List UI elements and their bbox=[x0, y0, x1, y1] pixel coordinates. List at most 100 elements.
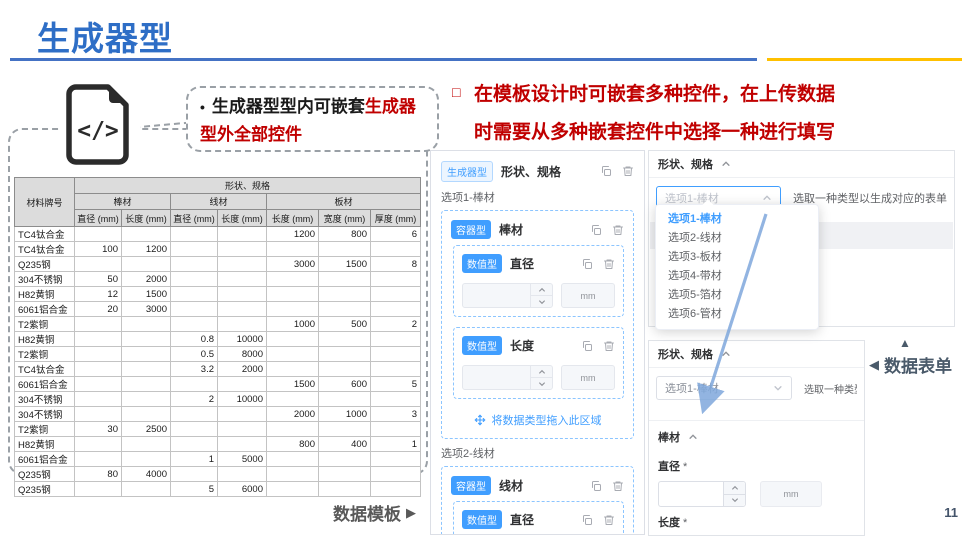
material-cell: H82黄铜 bbox=[15, 437, 75, 452]
key-point: □ 在模板设计时可嵌套多种控件，在上传数据 时需要从多种嵌套控件中选择一种进行填… bbox=[452, 76, 967, 152]
trash-icon[interactable] bbox=[603, 258, 615, 270]
value-cell bbox=[371, 467, 421, 482]
value-cell bbox=[75, 437, 122, 452]
number-input[interactable] bbox=[462, 283, 553, 308]
material-cell: T2紫铜 bbox=[15, 422, 75, 437]
container-title: 棒材 bbox=[499, 221, 523, 238]
trash-icon[interactable] bbox=[612, 224, 624, 236]
spinner bbox=[530, 366, 552, 389]
type-select[interactable]: 选项1-棒材 bbox=[656, 376, 792, 400]
dropdown-option[interactable]: 选项5-箔材 bbox=[656, 286, 818, 305]
subsection-title: 棒材 bbox=[658, 429, 680, 445]
section-title: 形状、规格 bbox=[658, 346, 713, 362]
trash-icon[interactable] bbox=[622, 165, 634, 177]
material-cell: 6061铝合金 bbox=[15, 377, 75, 392]
required-asterisk: * bbox=[683, 461, 687, 473]
card-header-row: 数值型长度 bbox=[462, 336, 615, 355]
value-cell bbox=[319, 272, 371, 287]
copy-icon[interactable] bbox=[581, 258, 593, 270]
table-unit-header: 直径 (mm) bbox=[75, 210, 122, 227]
value-cell bbox=[122, 392, 171, 407]
material-cell: 304不锈钢 bbox=[15, 407, 75, 422]
value-cell bbox=[171, 407, 218, 422]
drop-zone-hint[interactable]: 将数据类型拖入此区域 bbox=[451, 409, 624, 429]
bullet-dot-icon: • bbox=[200, 99, 205, 115]
copy-icon[interactable] bbox=[581, 340, 593, 352]
trash-icon[interactable] bbox=[603, 514, 615, 526]
title-underline-blue bbox=[10, 58, 757, 61]
value-cell: 1000 bbox=[319, 407, 371, 422]
numeric-title: 直径 bbox=[510, 255, 534, 272]
spinner-down-icon[interactable] bbox=[531, 377, 552, 389]
code-file-icon: </> bbox=[60, 80, 140, 168]
data-template-label: 数据模板 bbox=[333, 500, 401, 525]
value-cell bbox=[267, 422, 319, 437]
value-cell: 6 bbox=[371, 227, 421, 242]
spinner-up-icon[interactable] bbox=[724, 482, 745, 494]
value-cell: 5 bbox=[371, 377, 421, 392]
card-header-row: 容器型棒材 bbox=[451, 220, 624, 239]
dropdown-option[interactable]: 选项1-棒材 bbox=[656, 210, 818, 229]
dropdown-option[interactable]: 选项2-线材 bbox=[656, 229, 818, 248]
form-field: 长度*mm bbox=[649, 514, 864, 536]
material-cell: Q235钢 bbox=[15, 467, 75, 482]
dropdown-option[interactable]: 选项3-板材 bbox=[656, 248, 818, 267]
field-label-text: 直径 bbox=[658, 461, 680, 473]
value-cell bbox=[75, 407, 122, 422]
value-cell bbox=[171, 302, 218, 317]
number-input[interactable] bbox=[658, 481, 746, 507]
copy-icon[interactable] bbox=[581, 514, 593, 526]
trash-icon[interactable] bbox=[612, 480, 624, 492]
container-box: 容器型棒材数值型直径mm数值型长度mm将数据类型拖入此区域 bbox=[441, 210, 634, 439]
container-title: 线材 bbox=[499, 477, 523, 494]
spinner-down-icon[interactable] bbox=[531, 295, 552, 307]
spinner-down-icon[interactable] bbox=[724, 494, 745, 507]
collapse-chevron-icon[interactable] bbox=[721, 349, 731, 359]
value-cell: 2000 bbox=[218, 362, 267, 377]
copy-icon[interactable] bbox=[590, 480, 602, 492]
value-cell bbox=[122, 317, 171, 332]
copy-icon[interactable] bbox=[590, 224, 602, 236]
value-cell bbox=[122, 332, 171, 347]
material-cell: TC4钛合金 bbox=[15, 227, 75, 242]
value-cell bbox=[122, 437, 171, 452]
field-label: 直径* bbox=[658, 458, 855, 474]
spinner-up-icon[interactable] bbox=[531, 284, 552, 295]
data-form-label: 数据表单 bbox=[884, 352, 952, 377]
copy-icon[interactable] bbox=[600, 165, 612, 177]
unit-label: mm bbox=[561, 283, 615, 308]
value-cell: 400 bbox=[319, 437, 371, 452]
value-cell: 4000 bbox=[122, 467, 171, 482]
table-row: 6061铝合金15000 bbox=[15, 452, 421, 467]
dropdown-option[interactable]: 选项6-管材 bbox=[656, 305, 818, 324]
dropdown-option[interactable]: 选项4-带材 bbox=[656, 267, 818, 286]
value-cell bbox=[319, 362, 371, 377]
value-cell bbox=[122, 407, 171, 422]
value-cell: 8000 bbox=[218, 347, 267, 362]
value-cell bbox=[319, 287, 371, 302]
select-value: 选项1-棒材 bbox=[665, 380, 719, 396]
table-row: H82黄铜0.810000 bbox=[15, 332, 421, 347]
number-input[interactable] bbox=[462, 365, 553, 390]
value-cell: 1200 bbox=[122, 242, 171, 257]
value-cell bbox=[218, 302, 267, 317]
value-cell bbox=[267, 392, 319, 407]
value-cell bbox=[319, 467, 371, 482]
material-cell: 6061铝合金 bbox=[15, 452, 75, 467]
value-cell bbox=[122, 362, 171, 377]
value-cell bbox=[218, 227, 267, 242]
spinner-up-icon[interactable] bbox=[531, 366, 552, 377]
value-cell bbox=[75, 392, 122, 407]
value-cell: 1500 bbox=[122, 287, 171, 302]
value-cell: 5 bbox=[171, 482, 218, 497]
unit-label: mm bbox=[561, 365, 615, 390]
value-cell: 6000 bbox=[218, 482, 267, 497]
collapse-chevron-icon[interactable] bbox=[721, 159, 731, 169]
trash-icon[interactable] bbox=[603, 340, 615, 352]
value-cell bbox=[319, 332, 371, 347]
table-unit-header: 长度 (mm) bbox=[267, 210, 319, 227]
value-cell bbox=[218, 242, 267, 257]
collapse-chevron-icon[interactable] bbox=[688, 432, 698, 442]
value-cell bbox=[371, 347, 421, 362]
numeric-type-badge: 数值型 bbox=[462, 510, 502, 529]
